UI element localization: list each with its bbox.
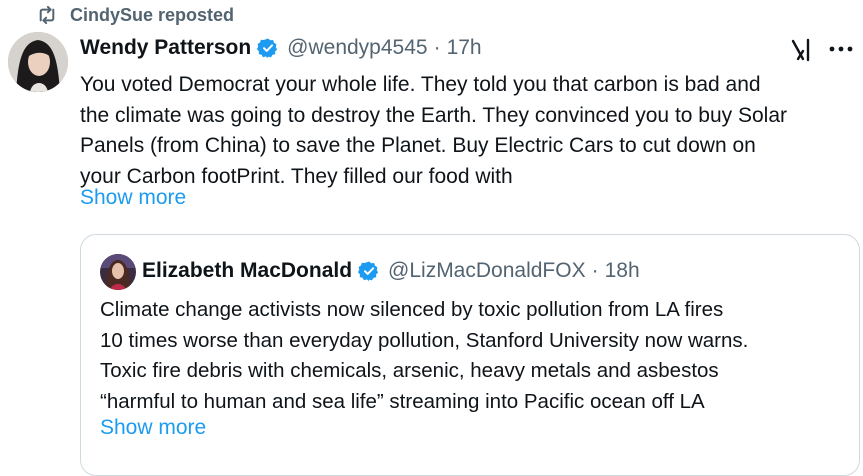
separator-dot: · (433, 36, 441, 59)
more-options-icon[interactable] (826, 36, 856, 62)
quoted-author-name[interactable]: Elizabeth MacDonald (142, 259, 352, 283)
repost-icon (36, 6, 58, 24)
verified-badge-icon[interactable] (358, 260, 380, 282)
timestamp[interactable]: 17h (447, 36, 482, 60)
author-handle[interactable]: @wendyp4545 (287, 36, 427, 60)
verified-badge-icon[interactable] (257, 37, 279, 59)
author-name[interactable]: Wendy Patterson (80, 36, 251, 60)
tweet-text: You voted Democrat your whole life. They… (80, 73, 788, 188)
quoted-show-more-link[interactable]: Show more (100, 416, 206, 440)
tweet-header: Wendy Patterson @wendyp4545 · 17h (80, 33, 482, 63)
separator-dot: · (591, 259, 599, 282)
quoted-author-avatar[interactable] (100, 254, 136, 290)
author-avatar[interactable] (8, 32, 68, 92)
quoted-tweet-header: Elizabeth MacDonald @LizMacDonaldFOX · 1… (142, 256, 640, 286)
repost-indicator[interactable]: CindySue reposted (36, 4, 234, 26)
show-more-link[interactable]: Show more (80, 186, 186, 210)
quoted-tweet-text: Climate change activists now silenced by… (100, 298, 749, 413)
quoted-timestamp[interactable]: 18h (605, 259, 640, 283)
quoted-author-handle[interactable]: @LizMacDonaldFOX (388, 259, 586, 283)
grok-icon[interactable] (790, 38, 814, 62)
repost-text: CindySue reposted (70, 4, 235, 25)
